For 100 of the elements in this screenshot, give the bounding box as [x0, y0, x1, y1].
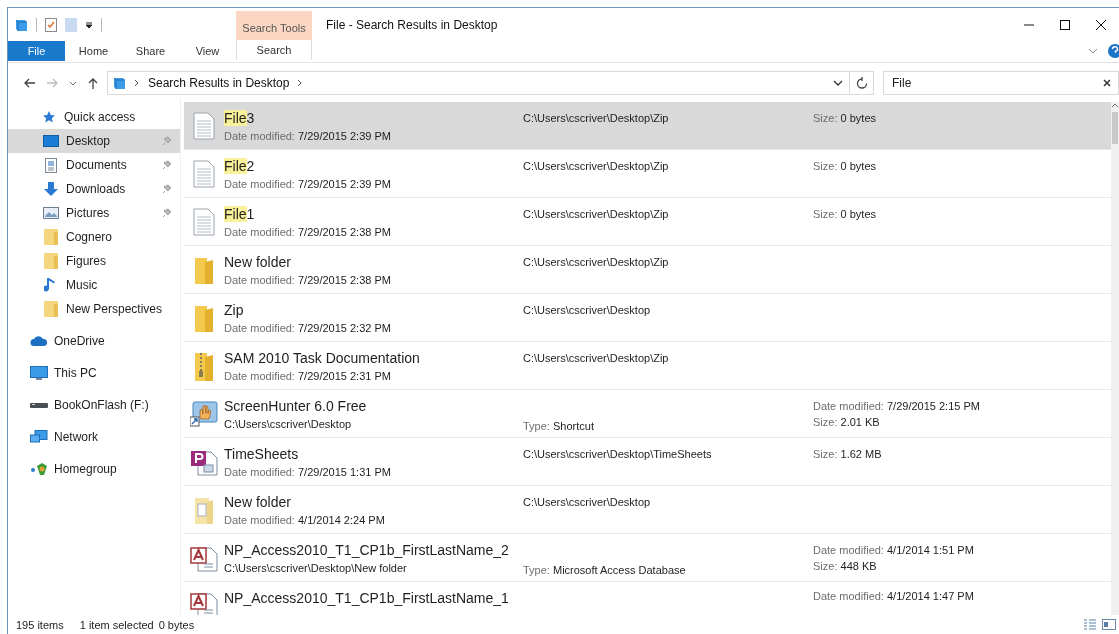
text-document-icon	[193, 111, 215, 140]
file-name: SAM 2010 Task Documentation	[224, 349, 421, 366]
sidebar-item[interactable]: Network	[8, 425, 180, 449]
file-detail: Date modified: 7/29/2015 2:39 PM	[224, 129, 392, 142]
sidebar-item[interactable]: Documents	[8, 153, 180, 177]
dropdown-caret-icon[interactable]	[85, 20, 93, 29]
file-detail: C:\Users\cscriver\Desktop\Zip	[523, 352, 670, 364]
result-row[interactable]: Zip Date modified: 7/29/2015 2:32 PM C:\Users\cscriver\Desktop	[184, 294, 1111, 342]
file-detail: Type: Microsoft Access Database	[523, 564, 687, 576]
monitor-icon	[30, 365, 48, 381]
file-name: File3	[224, 109, 256, 126]
breadcrumb-chevron-icon	[297, 79, 304, 87]
sidebar-item[interactable]: Quick access	[8, 105, 180, 129]
sidebar-item[interactable]: Desktop	[8, 129, 180, 153]
file-name: Zip	[224, 301, 245, 318]
address-bar[interactable]: Search Results in Desktop	[107, 71, 850, 95]
zip-folder-icon	[195, 350, 213, 381]
help-icon[interactable]	[1107, 44, 1119, 58]
item-count: 195 items	[16, 618, 64, 631]
folder-icon	[44, 301, 58, 317]
folder-icon	[44, 229, 58, 245]
sidebar-item[interactable]: Homegroup	[8, 457, 180, 481]
picture-icon	[43, 207, 59, 219]
close-icon	[1095, 18, 1107, 31]
refresh-icon	[855, 77, 868, 89]
ribbon-tab[interactable]: File	[8, 41, 65, 61]
scrollbar[interactable]	[1111, 102, 1119, 615]
clear-search-button[interactable]	[1103, 79, 1111, 87]
result-row[interactable]: NP_Access2010_T1_CP1b_FirstLastName_1 Date modified: 4/1/2014 1:47 PM	[184, 582, 1111, 614]
sidebar-item[interactable]: Downloads	[8, 177, 180, 201]
file-property: Size: 0 bytes	[813, 160, 877, 172]
breadcrumb-location[interactable]: Search Results in Desktop	[148, 76, 290, 90]
file-property: Size: 448 KB	[813, 559, 878, 572]
desktop-icon	[43, 135, 59, 147]
sidebar-item[interactable]: Cognero	[8, 225, 180, 249]
sidebar-item[interactable]: Music	[8, 273, 180, 297]
file-detail: C:\Users\cscriver\Desktop\TimeSheets	[523, 448, 713, 460]
file-property: Date modified: 7/29/2015 2:15 PM	[813, 399, 981, 412]
file-detail: C:\Users\cscriver\Desktop\New folder	[224, 561, 408, 574]
file-detail: C:\Users\cscriver\Desktop	[224, 417, 353, 430]
result-row[interactable]: File2 Date modified: 7/29/2015 2:39 PM C:\Users\cscriver\Desktop\Zip Size: 0 bytes	[184, 150, 1111, 198]
large-icons-view-button[interactable]	[1099, 619, 1119, 630]
result-row[interactable]: ScreenHunter 6.0 Free C:\Users\cscriver\Desktop Type: Shortcut Date modified: 7/29/2015 2:15 PM Size: 2.01 KB	[184, 390, 1111, 438]
file-name: New folder	[224, 253, 292, 270]
file-name: File1	[224, 205, 256, 222]
ribbon-tab[interactable]: View	[179, 41, 236, 61]
file-detail: Type: Shortcut	[523, 420, 595, 432]
file-detail: C:\Users\cscriver\Desktop	[523, 304, 652, 316]
access-database-icon	[190, 590, 218, 615]
folder-icon	[44, 253, 58, 269]
result-row[interactable]: SAM 2010 Task Documentation Date modified: 7/29/2015 2:31 PM C:\Users\cscriver\Desktop\Zip	[184, 342, 1111, 390]
chevron-down-icon	[833, 80, 843, 86]
file-property: Size: 1.62 MB	[813, 448, 883, 460]
file-detail: C:\Users\cscriver\Desktop\Zip	[523, 256, 670, 268]
cube-icon	[112, 76, 126, 90]
result-row[interactable]: TimeSheets Date modified: 7/29/2015 1:31 PM C:\Users\cscriver\Desktop\TimeSheets Size: 1.62 MB	[184, 438, 1111, 486]
file-name: NP_Access2010_T1_CP1b_FirstLastName_2	[224, 541, 510, 558]
selection-size: 0 bytes	[158, 618, 195, 631]
folder-icon	[195, 303, 213, 332]
window-title: File - Search Results in Desktop	[325, 16, 498, 34]
refresh-button[interactable]	[850, 71, 874, 95]
cloud-icon	[30, 335, 48, 347]
pin-star-icon	[42, 110, 56, 124]
ribbon-tab[interactable]: Home	[65, 41, 122, 61]
expand-ribbon-icon[interactable]	[1088, 48, 1098, 54]
file-property: Size: 0 bytes	[813, 208, 877, 220]
contextual-tab-header: Search Tools	[236, 11, 312, 40]
address-dropdown-button[interactable]	[833, 80, 843, 86]
document-icon	[45, 157, 57, 173]
result-row[interactable]: NP_Access2010_T1_CP1b_FirstLastName_2 C:\Users\cscriver\Desktop\New folder Type: Microsoft Access Database Date modified: 4/1/2014 1:51 PM Size: 448 KB	[184, 534, 1111, 582]
ribbon-tab[interactable]: Search	[236, 40, 312, 60]
sidebar-item[interactable]: Pictures	[8, 201, 180, 225]
text-document-icon	[193, 159, 215, 188]
result-row[interactable]: New folder Date modified: 4/1/2014 2:24 PM C:\Users\cscriver\Desktop	[184, 486, 1111, 534]
file-property: Size: 0 bytes	[813, 112, 877, 124]
scrollbar-thumb[interactable]	[1112, 112, 1118, 144]
file-detail: C:\Users\cscriver\Desktop\Zip	[523, 160, 670, 172]
file-detail: Date modified: 7/29/2015 1:31 PM	[224, 465, 392, 478]
drive-icon	[30, 401, 48, 409]
sidebar-item[interactable]: Figures	[8, 249, 180, 273]
sidebar-item[interactable]: OneDrive	[8, 329, 180, 353]
result-row[interactable]: File1 Date modified: 7/29/2015 2:38 PM C:\Users\cscriver\Desktop\Zip Size: 0 bytes	[184, 198, 1111, 246]
checklist-icon[interactable]	[45, 17, 57, 32]
maximize-icon	[1059, 18, 1071, 31]
details-view-button[interactable]	[1081, 619, 1099, 630]
result-row[interactable]: New folder Date modified: 7/29/2015 2:38 PM C:\Users\cscriver\Desktop\Zip	[184, 246, 1111, 294]
hand-shortcut-icon	[190, 400, 218, 427]
sidebar-item[interactable]: New Perspectives	[8, 297, 180, 321]
sidebar-item[interactable]: This PC	[8, 361, 180, 385]
cube-icon[interactable]	[14, 17, 28, 32]
sidebar-item[interactable]: BookOnFlash (F:)	[8, 393, 180, 417]
result-row[interactable]: File3 Date modified: 7/29/2015 2:39 PM C:\Users\cscriver\Desktop\Zip Size: 0 bytes	[184, 102, 1111, 150]
scroll-up-icon	[1111, 102, 1119, 108]
back-icon	[23, 77, 36, 89]
ribbon-tab[interactable]: Share	[122, 41, 179, 61]
up-icon	[87, 77, 99, 89]
homegroup-icon	[30, 462, 48, 476]
search-field[interactable]: File	[883, 71, 1119, 95]
file-name: ScreenHunter 6.0 Free	[224, 397, 368, 414]
music-note-icon	[44, 277, 58, 293]
